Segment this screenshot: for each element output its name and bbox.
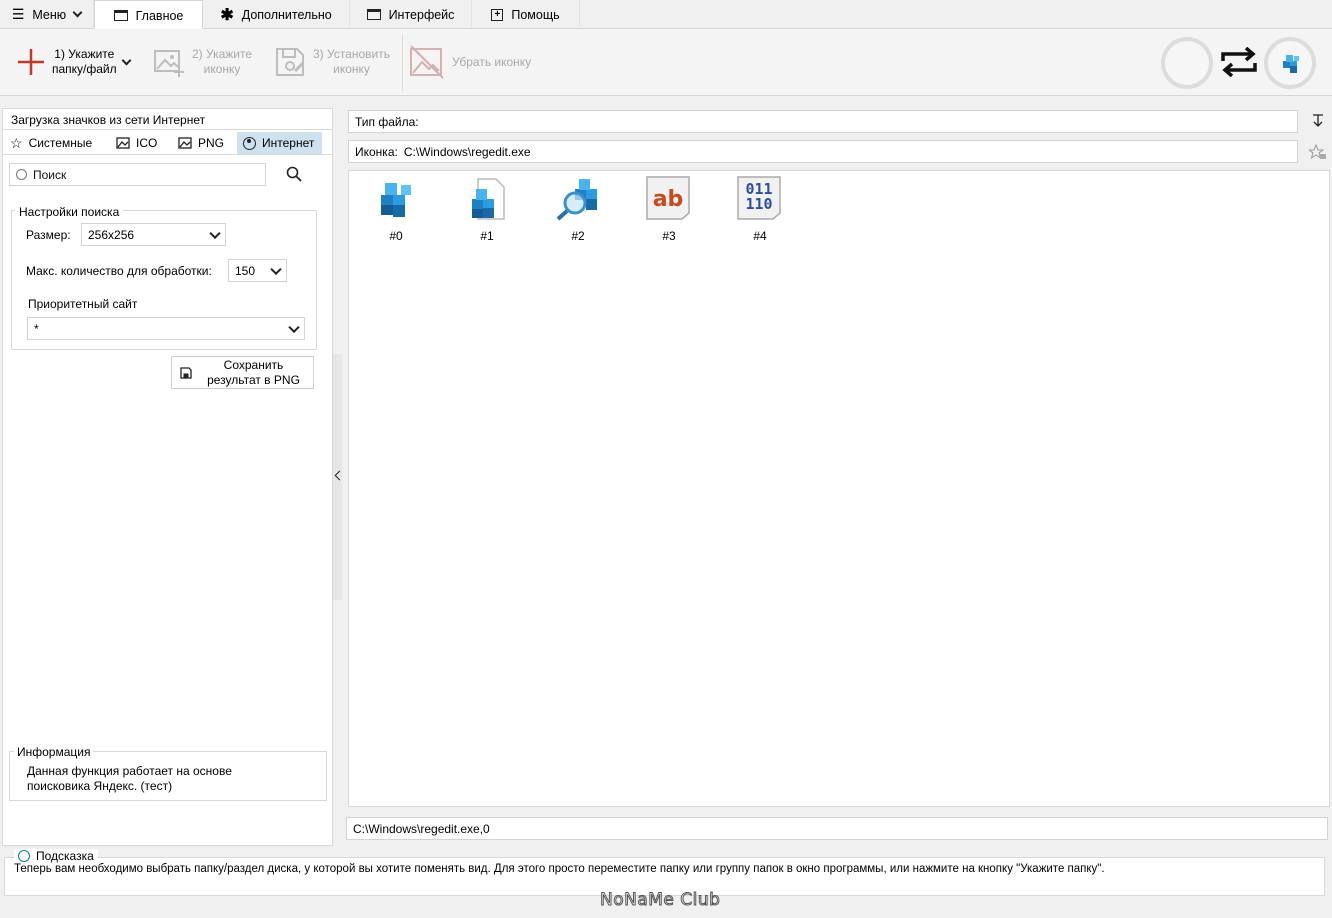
size-select[interactable]: 256x256 xyxy=(81,223,226,246)
hint-title-row: Подсказка xyxy=(14,849,98,863)
preview-after-icon xyxy=(1264,37,1316,89)
svg-text:110: 110 xyxy=(745,195,772,213)
ribbon-divider xyxy=(402,35,403,91)
info-title: Информация xyxy=(14,745,94,759)
icon-item-3[interactable]: ab #3 xyxy=(634,175,704,243)
image-add-icon xyxy=(154,50,184,77)
chevron-down-icon xyxy=(121,55,132,65)
tab-png[interactable]: PNG xyxy=(175,133,227,153)
favorite-add-icon[interactable] xyxy=(1309,144,1327,160)
priority-site-select[interactable]: * xyxy=(27,317,305,340)
icon-item-2[interactable]: #2 xyxy=(543,175,613,243)
settings-title: Настройки поиска xyxy=(15,205,124,219)
chevron-down-icon xyxy=(72,7,83,18)
chevron-down-icon xyxy=(288,321,300,333)
splitter-handle[interactable] xyxy=(333,354,345,600)
max-count-label: Макс. количество для обработки: xyxy=(26,264,212,278)
icon-item-4[interactable]: 011 110 #4 xyxy=(725,175,795,243)
set-icon-button[interactable]: 3) Установить иконку xyxy=(273,29,398,95)
tab-internet[interactable]: Интернет xyxy=(237,132,322,154)
menu-button[interactable]: ☰ Меню xyxy=(0,0,94,29)
chevron-down-icon xyxy=(209,227,221,239)
tab-main[interactable]: Главное xyxy=(94,0,203,30)
svg-text:ab: ab xyxy=(653,187,684,212)
search-icon[interactable] xyxy=(286,166,302,182)
source-tabs: ☆ Системные ICO PNG Интернет xyxy=(3,131,332,155)
regedit-file-icon xyxy=(472,178,505,220)
hamburger-icon: ☰ xyxy=(11,6,25,22)
image-remove-icon xyxy=(410,45,444,79)
panel-header: Загрузка значков из сети Интернет xyxy=(3,109,332,130)
help-icon: + xyxy=(491,8,504,21)
preview-before-icon xyxy=(1161,37,1213,89)
priority-site-label: Приоритетный сайт xyxy=(28,297,138,311)
filetype-field: Тип файла: xyxy=(348,110,1298,133)
ribbon-toolbar: 1) Укажите папку/файл 2) Укажите иконку … xyxy=(0,29,1332,96)
icon-path-field: Иконка: C:\Windows\regedit.exe xyxy=(348,140,1298,163)
watermark: NoNaMe Club xyxy=(599,890,721,911)
search-input[interactable]: Поиск xyxy=(9,163,266,186)
binary-value-icon: 011110 xyxy=(737,176,781,220)
icon-item-1[interactable]: #1 xyxy=(452,175,522,243)
select-icon-button[interactable]: 2) Укажите иконку xyxy=(152,29,264,95)
asterisk-icon: ✱ xyxy=(220,6,234,24)
expand-down-icon[interactable] xyxy=(1311,114,1325,128)
window-icon xyxy=(113,10,128,21)
icon-item-0[interactable]: #0 xyxy=(361,175,431,243)
tab-ico[interactable]: ICO xyxy=(113,133,160,153)
regedit-icon xyxy=(1283,55,1299,73)
menu-bar: ☰ Меню Главное ✱ Дополнительно Интерфейс… xyxy=(0,0,1332,30)
icon-grid: #0 #1 #2 ab #3 011 110 #4 xyxy=(348,170,1330,807)
tab-interface[interactable]: Интерфейс xyxy=(350,0,472,29)
regedit-search-icon xyxy=(556,179,597,221)
star-icon: ☆ xyxy=(10,134,23,151)
save-icon xyxy=(276,48,305,76)
image-icon xyxy=(116,137,130,149)
hint-text: Теперь вам необходимо выбрать папку/разд… xyxy=(14,863,1105,875)
window-icon xyxy=(366,9,381,20)
info-text: Данная функция работает на основе поиско… xyxy=(27,764,232,793)
chevron-left-icon xyxy=(334,470,345,481)
regedit-icon xyxy=(381,183,411,217)
globe-icon xyxy=(243,136,256,150)
lightbulb-icon xyxy=(18,850,30,862)
string-value-icon: ab xyxy=(646,176,690,220)
left-panel: Загрузка значков из сети Интернет ☆ Сист… xyxy=(2,108,333,846)
search-icon xyxy=(16,169,27,180)
tab-help[interactable]: + Помощь xyxy=(472,0,580,29)
remove-icon-button[interactable]: Убрать иконку xyxy=(408,29,536,95)
tab-additional[interactable]: ✱ Дополнительно xyxy=(203,0,350,29)
save-png-button[interactable]: Сохранить результат в PNG xyxy=(171,356,314,389)
select-folder-button[interactable]: 1) Укажите папку/файл xyxy=(16,29,142,95)
size-label: Размер: xyxy=(26,228,71,242)
chevron-down-icon xyxy=(270,263,282,275)
save-icon xyxy=(180,366,192,379)
swap-icon[interactable] xyxy=(1219,47,1259,77)
image-icon xyxy=(178,137,192,149)
max-count-select[interactable]: 150 xyxy=(228,259,287,282)
tab-system[interactable]: ☆ Системные xyxy=(7,133,95,153)
plus-icon xyxy=(18,49,44,75)
status-path-field: C:\Windows\regedit.exe,0 xyxy=(346,817,1328,840)
